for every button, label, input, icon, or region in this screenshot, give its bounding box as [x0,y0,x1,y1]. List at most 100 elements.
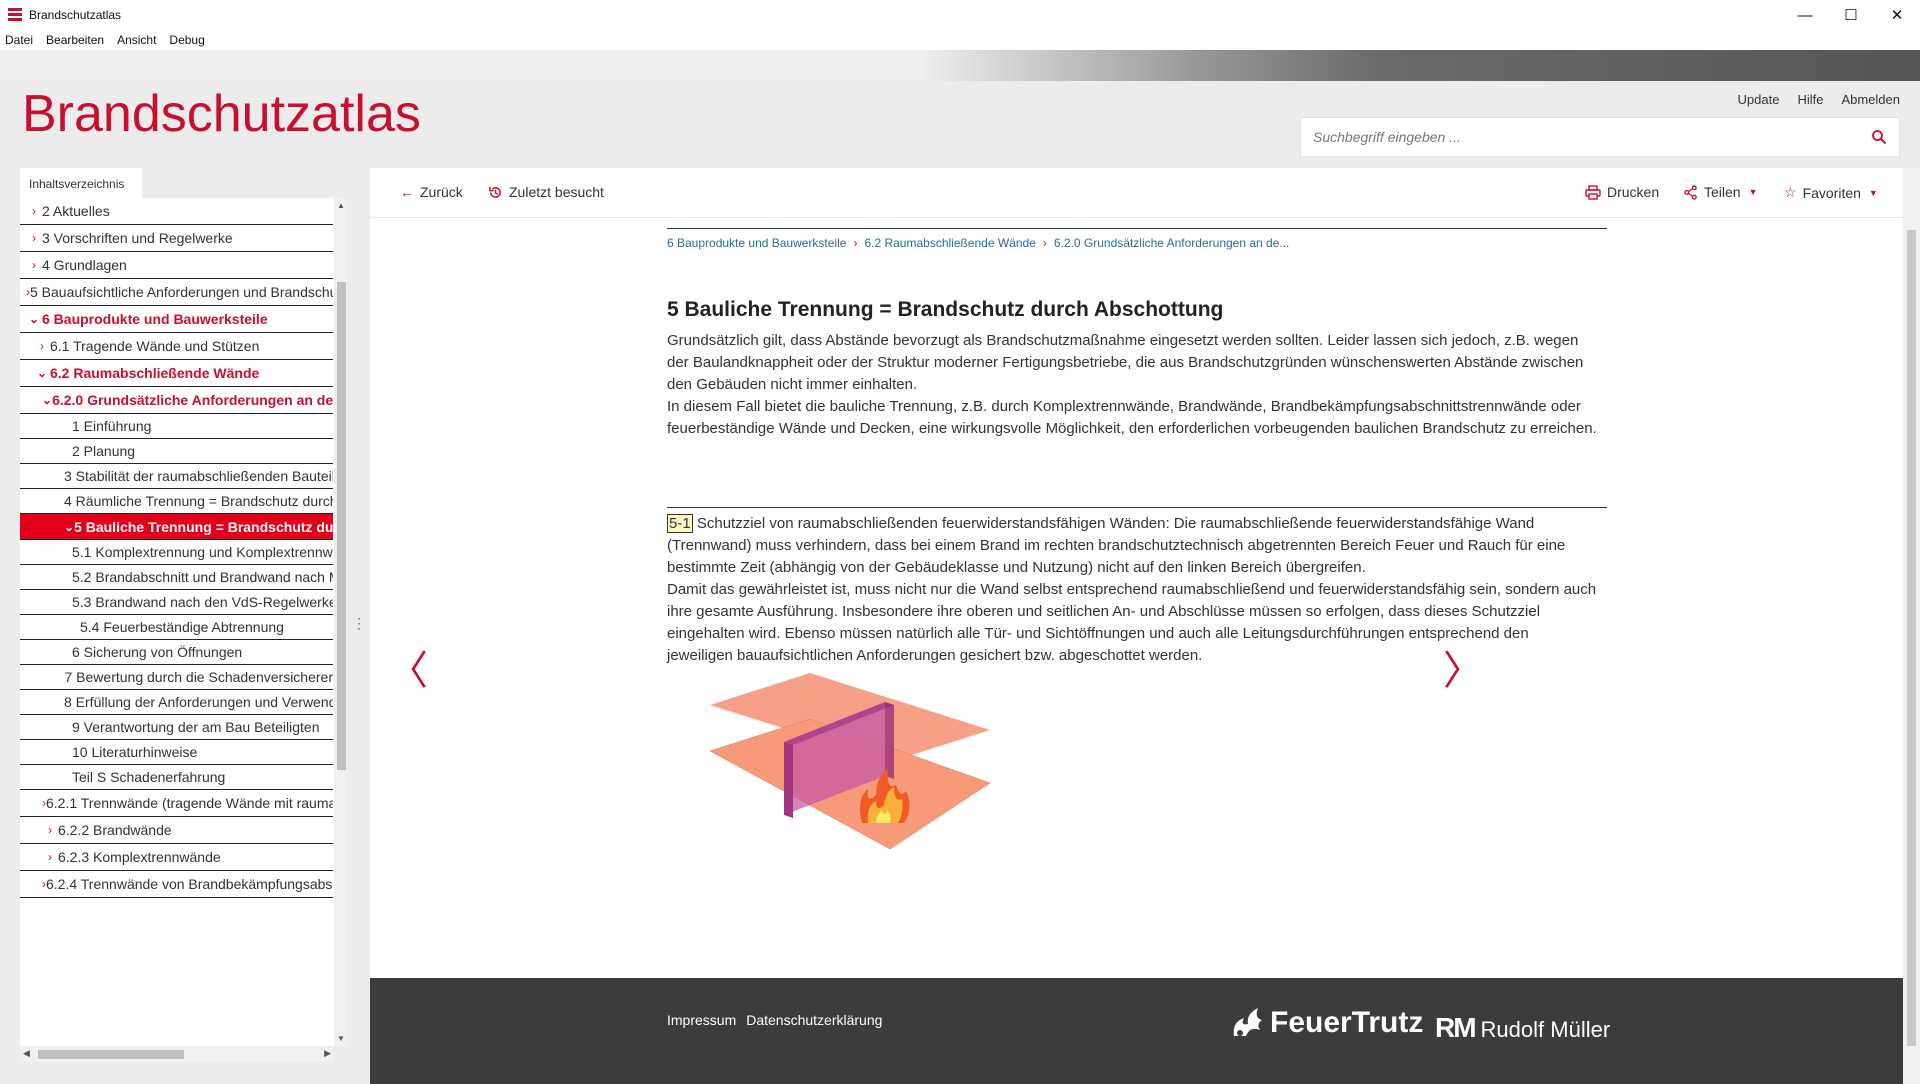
favorites-button[interactable]: ☆ Favoriten ▼ [1784,184,1878,201]
toc-item[interactable]: Teil S Schadenerfahrung [20,765,333,790]
history-icon [489,186,501,198]
toc-item-label: 1 Einführung [72,418,152,434]
toc-item[interactable]: › 6.2.3 Komplextrennwände [20,844,333,871]
chevron-down-icon[interactable]: ⌄ [34,366,50,380]
toc-item[interactable]: › 5 Bauaufsichtliche Anforderungen und Br… [20,279,333,306]
menu-ansicht[interactable]: Ansicht [117,33,156,47]
header-band [0,50,1920,81]
chevron-down-icon[interactable]: ⌄ [42,393,52,407]
tab-inhaltsverzeichnis[interactable]: Inhaltsverzeichnis [20,168,142,198]
menu-bar: Datei Bearbeiten Ansicht Debug [0,30,1920,50]
toc-item[interactable]: 2 Planung [20,439,333,464]
content-scroll-thumb[interactable] [1907,230,1916,1046]
toc-item[interactable]: 5.2 Brandabschnitt und Brandwand nach MB… [20,565,333,590]
toc-item[interactable]: ⌄ 6.2 Raumabschließende Wände [20,360,333,387]
feuertrutz-logo[interactable]: FeuerTrutz [1230,1006,1423,1040]
rudolf-mueller-logo[interactable]: RM Rudolf Müller [1435,1012,1610,1044]
scroll-thumb[interactable] [337,282,346,770]
toc-item[interactable]: ⌄ 6 Bauprodukte und Bauwerksteile [20,306,333,333]
menu-datei[interactable]: Datei [5,33,33,47]
toc-item[interactable]: › 2 Aktuelles [20,198,333,225]
toc-item-label: 5.3 Brandwand nach den VdS-Regelwerken [72,594,333,610]
toc-list: › 2 Aktuelles › 3 Vorschriften und Regelwer… [20,198,333,898]
privacy-link[interactable]: Datenschutzerklärung [746,1012,882,1028]
toc-item[interactable]: › 3 Vorschriften und Regelwerke [20,225,333,252]
toc-item[interactable]: 5.1 Komplextrennung und Komplextrennwand [20,540,333,565]
toc-item[interactable]: › 6.1 Tragende Wände und Stützen [20,333,333,360]
chevron-right-icon[interactable]: › [26,204,42,218]
toc-item[interactable]: 3 Stabilität der raumabschließenden Baut… [20,464,333,489]
footer-links: Impressum Datenschutzerklärung [667,1012,882,1028]
content-pane: ← Zurück Zuletzt besucht Drucken Teilen … [370,168,1903,1084]
toc-item-label: 4 Räumliche Trennung = Brandschutz durch… [64,493,333,509]
minimize-button[interactable]: — [1782,0,1828,30]
toc-item[interactable]: 7 Bewertung durch die Schadenversicherer [20,665,333,690]
figure-marker[interactable]: 5-1 [667,514,693,533]
logout-link[interactable]: Abmelden [1841,92,1900,107]
toc-horizontal-scrollbar[interactable]: ◀ ▶ [20,1046,334,1062]
print-button[interactable]: Drucken [1585,184,1659,200]
chevron-right-icon[interactable]: › [26,258,42,272]
toc-item[interactable]: 10 Literaturhinweise [20,740,333,765]
close-button[interactable]: ✕ [1874,0,1920,30]
toc-sidebar: › 2 Aktuelles › 3 Vorschriften und Regelwer… [20,198,334,1046]
toc-item[interactable]: › 6.2.2 Brandwände [20,817,333,844]
toc-vertical-scrollbar[interactable]: ▲ ▼ [335,198,347,1046]
breadcrumb-item[interactable]: 6 Bauprodukte und Bauwerksteile [667,236,846,250]
star-icon: ☆ [1784,184,1797,200]
toc-item-label: 9 Verantwortung der am Bau Beteiligten [72,719,320,735]
scroll-down-icon[interactable]: ▼ [335,1034,347,1043]
search-icon[interactable] [1871,129,1887,145]
toc-item-label: Teil S Schadenerfahrung [72,769,226,785]
toc-item[interactable]: 5.4 Feuerbeständige Abtrennung [20,615,333,640]
breadcrumb-item[interactable]: 6.2 Raumabschließende Wände [864,236,1035,250]
paragraph: Grundsätzlich gilt, dass Abstände bevorz… [667,332,1584,393]
back-label: Zurück [420,184,463,200]
content-vertical-scrollbar[interactable] [1903,168,1920,1084]
impressum-link[interactable]: Impressum [667,1012,736,1028]
hscroll-thumb[interactable] [38,1050,184,1059]
top-links: Update Hilfe Abmelden [1738,92,1900,107]
prev-page-button[interactable]: 〈 [388,638,428,696]
update-link[interactable]: Update [1738,92,1780,107]
brand-logo[interactable]: Brandschutzatlas [22,84,421,144]
chevron-right-icon[interactable]: › [42,850,58,864]
search-input[interactable] [1301,118,1841,156]
recent-button[interactable]: Zuletzt besucht [488,184,604,200]
menu-debug[interactable]: Debug [169,33,204,47]
chevron-right-icon[interactable]: › [34,339,50,353]
toc-item[interactable]: 8 Erfüllung der Anforderungen und Verwen… [20,690,333,715]
toc-item[interactable]: › 4 Grundlagen [20,252,333,279]
toc-item[interactable]: ⌄ 6.2.0 Grundsätzliche Anforderungen an d… [20,387,333,414]
toc-item-label: 6 Bauprodukte und Bauwerksteile [42,311,268,327]
breadcrumb: 6 Bauprodukte und Bauwerksteile › 6.2 Raum… [667,236,1289,250]
toc-item-label: 2 Aktuelles [42,203,110,219]
scroll-left-icon[interactable]: ◀ [23,1048,30,1059]
maximize-button[interactable]: ☐ [1828,0,1874,30]
share-button[interactable]: Teilen ▼ [1683,184,1758,200]
breadcrumb-item[interactable]: 6.2.0 Grundsätzliche Anforderungen an de… [1054,236,1290,250]
toc-item[interactable]: 5.3 Brandwand nach den VdS-Regelwerken [20,590,333,615]
toc-item[interactable]: 4 Räumliche Trennung = Brandschutz durch… [20,489,333,514]
help-link[interactable]: Hilfe [1797,92,1823,107]
toc-item-label: 6.2.3 Komplextrennwände [58,849,221,865]
toc-item[interactable]: 9 Verantwortung der am Bau Beteiligten [20,715,333,740]
toc-item-label: 3 Stabilität der raumabschließenden Baut… [64,468,333,484]
chevron-down-icon[interactable]: ⌄ [26,312,42,326]
menu-bearbeiten[interactable]: Bearbeiten [46,33,104,47]
chevron-right-icon[interactable]: › [26,231,42,245]
toc-item[interactable]: 1 Einführung [20,414,333,439]
printer-icon [1585,184,1601,200]
toc-item[interactable]: 6 Sicherung von Öffnungen [20,640,333,665]
toc-item[interactable]: ⌄5 Bauliche Trennung = Brandschutz durch… [20,514,333,540]
toc-item[interactable]: › 6.2.1 Trennwände (tragende Wände mit ra… [20,790,333,817]
next-page-button[interactable]: 〉 [1443,638,1483,696]
print-label: Drucken [1607,184,1660,200]
toc-item-label: 5.4 Feuerbeständige Abtrennung [80,619,284,635]
chevron-down-icon[interactable]: ⌄ [64,520,74,534]
back-button[interactable]: ← Zurück [400,184,463,200]
scroll-up-icon[interactable]: ▲ [335,201,347,210]
scroll-right-icon[interactable]: ▶ [324,1048,331,1059]
chevron-right-icon[interactable]: › [42,823,58,837]
toc-item[interactable]: › 6.2.4 Trennwände von Brandbekämpfungsab… [20,871,333,898]
